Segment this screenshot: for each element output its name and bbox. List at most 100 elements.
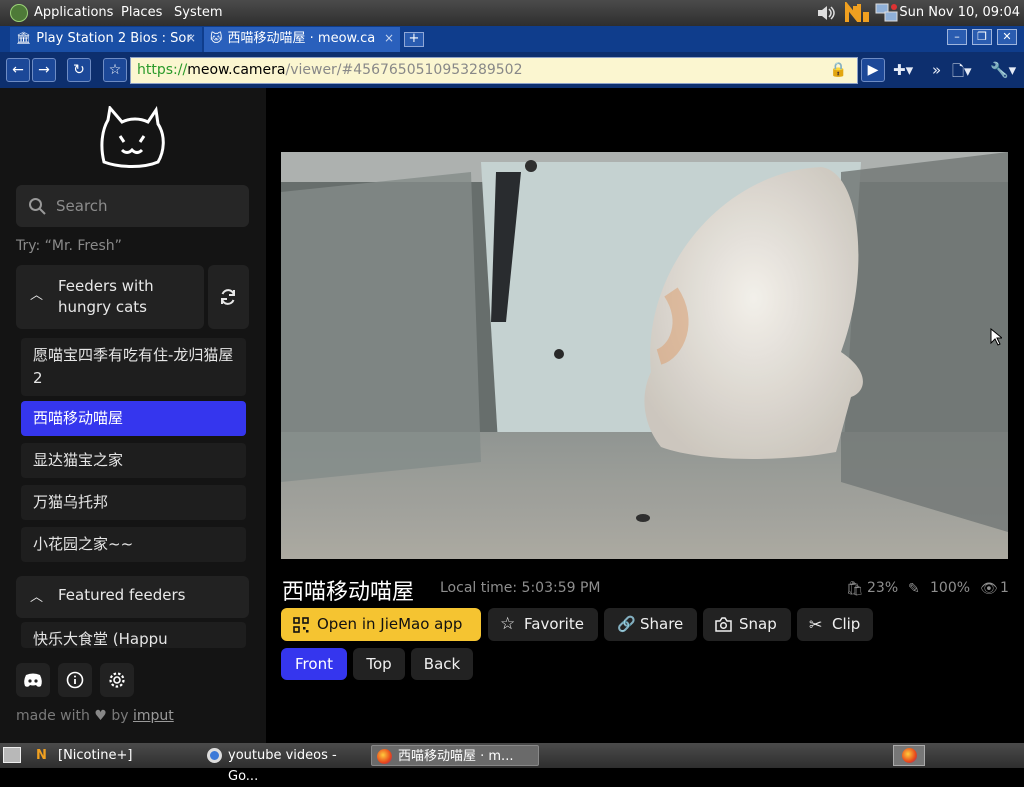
show-desktop-icon[interactable] xyxy=(3,747,21,763)
info-icon xyxy=(66,671,84,689)
reload-icon: ↻ xyxy=(73,62,85,78)
view-front-button[interactable]: Front xyxy=(281,648,347,680)
go-button[interactable]: ▶ xyxy=(861,58,885,82)
sidebar: Try: “Mr. Fresh” ︿ Feeders with hungry c… xyxy=(0,88,266,743)
food-bag-icon: 🛍 xyxy=(846,581,864,597)
reload-button[interactable]: ↻ xyxy=(67,58,91,82)
feeder-item[interactable]: 愿喵宝四季有吃有住-龙归猫屋2 xyxy=(21,338,246,396)
feeder-item[interactable]: 小花园之家~~ xyxy=(21,527,246,562)
browser-tabstrip: 🏛 Play Station 2 Bios : Sor × 🐱 西喵移动喵屋 · m… xyxy=(0,26,1024,52)
bottom-taskbar: N [Nicotine+] youtube videos - Go... 西喵移… xyxy=(0,743,1024,784)
info-button[interactable] xyxy=(58,663,92,697)
mouse-cursor-icon xyxy=(990,328,1002,346)
volume-icon[interactable] xyxy=(816,4,836,22)
bookmark-button[interactable]: ☆ xyxy=(103,58,127,82)
discord-button[interactable] xyxy=(16,663,50,697)
extensions-icon[interactable]: ✚▾ xyxy=(893,61,913,79)
url-path: /viewer/#4567650510953289502 xyxy=(285,62,523,78)
scissors-icon: ✂ xyxy=(809,615,823,634)
overflow-icon[interactable]: » xyxy=(932,61,941,79)
feeder-item[interactable]: 快乐大食堂 (Happu xyxy=(21,622,246,648)
task-nicotine[interactable]: N [Nicotine+] xyxy=(32,745,198,766)
author-link[interactable]: imput xyxy=(133,708,174,724)
page-menu-icon[interactable]: 🗋▾ xyxy=(952,61,972,86)
chevron-up-icon: ︿ xyxy=(30,288,44,303)
workspace-switcher[interactable] xyxy=(893,745,925,766)
camera-video[interactable] xyxy=(281,152,1008,559)
top-panel: Applications Places System Sun Nov 10, 0… xyxy=(0,0,1024,26)
nicotine-icon[interactable] xyxy=(844,2,872,24)
close-window-button[interactable]: ✕ xyxy=(997,29,1017,45)
new-tab-button[interactable]: + xyxy=(404,32,424,47)
firefox-icon xyxy=(902,748,917,763)
snap-button[interactable]: Snap xyxy=(703,608,791,641)
menu-system[interactable]: System xyxy=(174,5,222,20)
maximize-button[interactable]: ❐ xyxy=(972,29,992,45)
open-in-app-button[interactable]: Open in JieMao app xyxy=(281,608,481,641)
button-label: Favorite xyxy=(524,615,584,633)
back-button[interactable]: ← xyxy=(6,58,30,82)
address-bar[interactable]: https://meow.camera/viewer/#456765051095… xyxy=(130,57,858,84)
feeder-item[interactable]: 万猫乌托邦 xyxy=(21,485,246,520)
url-scheme: https:// xyxy=(137,62,188,78)
chrome-icon xyxy=(207,748,222,763)
search-input[interactable] xyxy=(56,195,241,217)
viewer-count: 1 xyxy=(1000,580,1009,596)
button-label: Open in JieMao app xyxy=(317,615,463,633)
play-icon: ▶ xyxy=(867,62,879,78)
meow-logo-icon[interactable] xyxy=(98,106,168,168)
group-hungry-cats[interactable]: ︿ Feeders with hungry cats xyxy=(16,265,204,329)
qr-code-icon xyxy=(293,617,309,633)
lock-icon[interactable]: 🔒 xyxy=(830,58,847,83)
feeder-item[interactable]: 显达猫宝之家 xyxy=(21,443,246,478)
view-back-button[interactable]: Back xyxy=(411,648,473,680)
menu-applications[interactable]: Applications xyxy=(34,5,113,20)
link-icon: 🔗 xyxy=(617,615,636,633)
web-page: Try: “Mr. Fresh” ︿ Feeders with hungry c… xyxy=(0,88,1024,743)
wrench-icon[interactable]: 🔧▾ xyxy=(990,61,1016,79)
button-label: Share xyxy=(640,615,684,633)
minimize-button[interactable]: – xyxy=(947,29,967,45)
footer-credit: made with ♥ by imput xyxy=(16,708,174,724)
arrow-left-icon: ← xyxy=(12,62,24,78)
gnome-foot-icon[interactable] xyxy=(10,4,28,22)
task-firefox-meow[interactable]: 西喵移动喵屋 · m... xyxy=(371,745,539,766)
refresh-button[interactable] xyxy=(208,265,249,329)
clip-button[interactable]: ✂ Clip xyxy=(797,608,873,641)
tab-meow-camera[interactable]: 🐱 西喵移动喵屋 · meow.ca × xyxy=(204,27,400,52)
search-hint: Try: “Mr. Fresh” xyxy=(16,238,122,254)
nicotine-icon: N xyxy=(36,748,47,763)
clock[interactable]: Sun Nov 10, 09:04 xyxy=(899,5,1020,20)
button-label: Clip xyxy=(832,615,861,633)
group-title: Featured feeders xyxy=(58,586,186,604)
group-featured[interactable]: ︿ Featured feeders xyxy=(16,576,249,618)
star-icon: ☆ xyxy=(500,614,516,634)
close-icon[interactable]: × xyxy=(186,27,196,50)
task-chrome-youtube[interactable]: youtube videos - Go... xyxy=(202,745,368,784)
gear-icon xyxy=(109,672,125,688)
share-button[interactable]: 🔗 Share xyxy=(604,608,697,641)
close-icon[interactable]: × xyxy=(384,27,394,50)
camera-frame xyxy=(281,152,1008,559)
search-box[interactable] xyxy=(16,185,249,227)
archive-icon: 🏛 xyxy=(16,31,32,45)
food-level: 23% xyxy=(867,580,899,596)
credit-text: made with xyxy=(16,708,90,724)
group-title: Feeders with hungry cats xyxy=(58,277,154,316)
discord-icon xyxy=(24,673,42,687)
firefox-icon xyxy=(377,749,392,764)
button-label: Snap xyxy=(739,615,777,633)
menu-places[interactable]: Places xyxy=(121,5,162,20)
url-host: meow.camera xyxy=(187,62,286,78)
browser-toolbar: ← → ↻ ☆ https://meow.camera/viewer/#4567… xyxy=(0,52,1024,88)
feeder-item-selected[interactable]: 西喵移动喵屋 xyxy=(21,401,246,436)
task-label: 西喵移动喵屋 · m... xyxy=(398,749,514,764)
cat-icon: 🐱 xyxy=(210,31,223,45)
settings-button[interactable] xyxy=(100,663,134,697)
chevron-up-icon: ︿ xyxy=(30,590,44,605)
network-icon[interactable] xyxy=(874,2,900,24)
forward-button[interactable]: → xyxy=(32,58,56,82)
tab-ps2-bios[interactable]: 🏛 Play Station 2 Bios : Sor × xyxy=(10,27,202,52)
view-top-button[interactable]: Top xyxy=(353,648,405,680)
favorite-button[interactable]: ☆ Favorite xyxy=(488,608,598,641)
